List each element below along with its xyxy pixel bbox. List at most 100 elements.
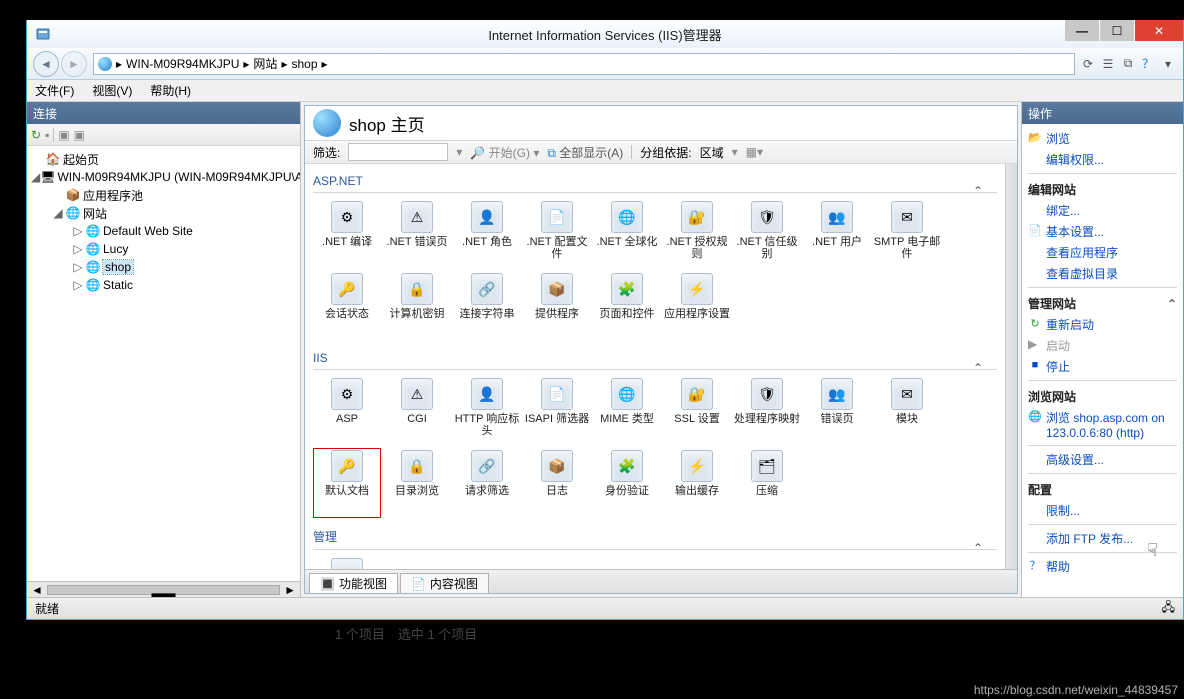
- action-basic-settings[interactable]: 📄基本设置...: [1028, 221, 1177, 242]
- feature-icon[interactable]: ✉模块: [873, 376, 941, 446]
- config-heading: 配置: [1028, 477, 1177, 500]
- tree-sites[interactable]: ◢🌐网站: [27, 204, 300, 222]
- feature-icon[interactable]: ✉SMTP 电子邮件: [873, 199, 941, 269]
- feature-icon[interactable]: 🛡.NET 信任级别: [733, 199, 801, 269]
- feature-icon[interactable]: 👥错误页: [803, 376, 871, 446]
- filter-toolbar: 筛选: ▾ 🔎 开始(G) ▾ ⧉ 全部显示(A) 分组依据: 区域 ▾ ▦▾: [305, 140, 1017, 164]
- section-collapse-icon[interactable]: ⌃: [1167, 297, 1177, 311]
- filter-input[interactable]: [348, 143, 448, 161]
- view-tabs: 🔳功能视图 📄内容视图: [305, 569, 1017, 593]
- action-start: ▶启动: [1028, 335, 1177, 356]
- connection-tree[interactable]: 🏠起始页 ◢🖥WIN-M09R94MKJPU (WIN-M09R94MKJPU\…: [27, 146, 300, 581]
- tree-up-icon[interactable]: ▣: [58, 128, 69, 142]
- breadcrumb[interactable]: ▸ WIN-M09R94MKJPU ▸ 网站 ▸ shop ▸: [93, 53, 1075, 75]
- action-browse-link[interactable]: 🌐浏览 shop.asp.com on 123.0.0.6:80 (http): [1028, 407, 1177, 442]
- feature-icon[interactable]: 🔗请求筛选: [453, 448, 521, 518]
- feature-icon[interactable]: 📄.NET 配置文件: [523, 199, 591, 269]
- action-restart[interactable]: ↻重新启动: [1028, 314, 1177, 335]
- group-aspnet-label: ASP.NET: [313, 170, 997, 190]
- action-view-apps[interactable]: 查看应用程序: [1028, 242, 1177, 263]
- close-button[interactable]: ✕: [1135, 20, 1183, 41]
- nav-toolbar-icon[interactable]: ⧉: [1119, 55, 1137, 73]
- tree-host[interactable]: ◢🖥WIN-M09R94MKJPU (WIN-M09R94MKJPU\Admin…: [27, 168, 300, 186]
- feature-icon[interactable]: ⚙ASP: [313, 376, 381, 446]
- tree-app-pool[interactable]: 📦应用程序池: [27, 186, 300, 204]
- tree-hscroll[interactable]: ◄▬▬►: [27, 581, 300, 597]
- feature-icon[interactable]: ⚠CGI: [383, 376, 451, 446]
- status-conn-icon: 🖧: [1162, 598, 1175, 619]
- nav-toolbar-icon[interactable]: ⟳: [1079, 55, 1097, 73]
- feature-icon[interactable]: 🌐.NET 全球化: [593, 199, 661, 269]
- status-text: 就绪: [35, 600, 59, 617]
- action-limits[interactable]: 限制...: [1028, 500, 1177, 521]
- menu-help[interactable]: 帮助(H): [150, 82, 191, 99]
- maximize-button[interactable]: ☐: [1100, 20, 1134, 41]
- connections-header: 连接: [27, 102, 300, 124]
- tree-start-page[interactable]: 🏠起始页: [27, 150, 300, 168]
- feature-icon[interactable]: 🔑会话状态: [313, 271, 381, 341]
- nav-toolbar-icon[interactable]: ☰: [1099, 55, 1117, 73]
- vscroll-handle[interactable]: [1005, 164, 1017, 569]
- tab-content[interactable]: 📄内容视图: [400, 573, 489, 593]
- feature-icon[interactable]: 🔗连接字符串: [453, 271, 521, 341]
- iis-manager-window: Internet Information Services (IIS)管理器 —…: [26, 20, 1184, 620]
- feature-icon[interactable]: 🧩页面和控件: [593, 271, 661, 341]
- explorer-status-stray: 1 个项目 选中 1 个项目: [335, 624, 477, 643]
- feature-icon[interactable]: 📄ISAPI 筛选器: [523, 376, 591, 446]
- minimize-button[interactable]: —: [1065, 20, 1099, 41]
- action-bindings[interactable]: 绑定...: [1028, 200, 1177, 221]
- tree-refresh-icon[interactable]: ↻: [31, 128, 41, 142]
- group-collapse-button[interactable]: ⌃: [973, 361, 989, 377]
- feature-icon[interactable]: 🔐.NET 授权规则: [663, 199, 731, 269]
- tab-features[interactable]: 🔳功能视图: [309, 573, 398, 593]
- filter-go[interactable]: 开始(G): [489, 146, 530, 160]
- action-view-vdir[interactable]: 查看虚拟目录: [1028, 263, 1177, 284]
- feature-icon[interactable]: 🔑默认文档: [313, 448, 381, 518]
- icon-view[interactable]: ASP.NET ⌃ ⚙.NET 编译⚠.NET 错误页👤.NET 角色📄.NET…: [305, 164, 1005, 569]
- tree-add-icon[interactable]: ▪: [45, 128, 49, 142]
- feature-icon[interactable]: 🗂压缩: [733, 448, 801, 518]
- action-edit-perm[interactable]: 编辑权限...: [1028, 149, 1177, 170]
- breadcrumb-host[interactable]: WIN-M09R94MKJPU: [126, 57, 239, 71]
- group-by-value[interactable]: 区域: [700, 144, 724, 161]
- nav-back-button[interactable]: ◄: [33, 51, 59, 77]
- feature-icon[interactable]: ⚙: [313, 556, 381, 569]
- feature-icon[interactable]: 🌐MIME 类型: [593, 376, 661, 446]
- tree-site-static[interactable]: ▷🌐Static: [27, 276, 300, 294]
- feature-icon[interactable]: 🔒计算机密钥: [383, 271, 451, 341]
- tree-stop-icon[interactable]: ▣: [74, 128, 85, 142]
- nav-forward-button[interactable]: ►: [61, 51, 87, 77]
- feature-icon[interactable]: 📦日志: [523, 448, 591, 518]
- nav-help-icon[interactable]: ？: [1139, 55, 1157, 73]
- tree-site-shop[interactable]: ▷🌐shop: [27, 258, 300, 276]
- group-collapse-button[interactable]: ⌃: [973, 184, 989, 200]
- feature-icon[interactable]: 🔐SSL 设置: [663, 376, 731, 446]
- breadcrumb-site[interactable]: shop: [291, 57, 317, 71]
- feature-icon[interactable]: 🔒目录浏览: [383, 448, 451, 518]
- feature-icon[interactable]: ⚡输出缓存: [663, 448, 731, 518]
- feature-icon[interactable]: 👥.NET 用户: [803, 199, 871, 269]
- titlebar: Internet Information Services (IIS)管理器 —…: [27, 20, 1183, 48]
- feature-icon[interactable]: 👤.NET 角色: [453, 199, 521, 269]
- feature-icon[interactable]: 📦提供程序: [523, 271, 591, 341]
- tree-site-lucy[interactable]: ▷🌐Lucy: [27, 240, 300, 258]
- feature-icon[interactable]: ⚙.NET 编译: [313, 199, 381, 269]
- menu-file[interactable]: 文件(F): [35, 82, 74, 99]
- tree-site-default[interactable]: ▷🌐Default Web Site: [27, 222, 300, 240]
- feature-icon[interactable]: ⚡应用程序设置: [663, 271, 731, 341]
- action-explore[interactable]: 📂浏览: [1028, 128, 1177, 149]
- breadcrumb-sites[interactable]: 网站: [253, 55, 277, 72]
- browse-site-heading: 浏览网站: [1028, 384, 1177, 407]
- browse-icon: 🌐: [1028, 409, 1042, 423]
- filter-show-all[interactable]: 全部显示(A): [559, 146, 623, 160]
- nav-dropdown-icon[interactable]: ▾: [1159, 55, 1177, 73]
- feature-icon[interactable]: 👤HTTP 响应标头: [453, 376, 521, 446]
- feature-icon[interactable]: 🧩身份验证: [593, 448, 661, 518]
- feature-icon[interactable]: 🛡处理程序映射: [733, 376, 801, 446]
- play-icon: ▶: [1028, 337, 1037, 351]
- menu-view[interactable]: 视图(V): [92, 82, 132, 99]
- action-adv-settings[interactable]: 高级设置...: [1028, 449, 1177, 470]
- feature-icon[interactable]: ⚠.NET 错误页: [383, 199, 451, 269]
- group-collapse-button[interactable]: ⌃: [973, 541, 989, 557]
- action-stop[interactable]: ■停止: [1028, 356, 1177, 377]
